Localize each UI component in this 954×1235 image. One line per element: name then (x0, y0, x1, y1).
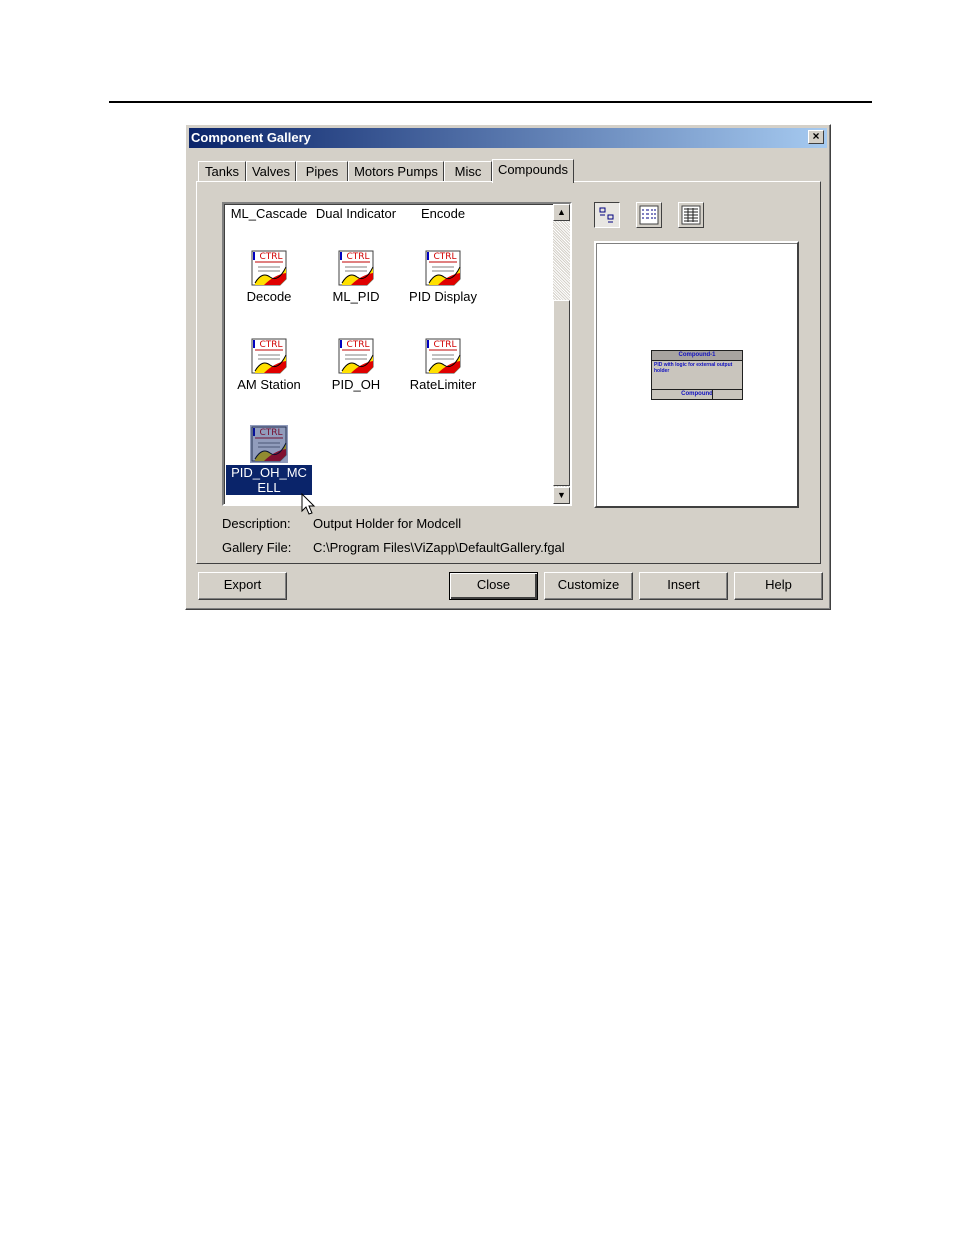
ctrl-icon: CTRL (424, 249, 462, 287)
gallery-item-pid-display[interactable]: CTRL PID Display (398, 249, 488, 304)
svg-text:CTRL: CTRL (346, 340, 369, 350)
svg-text:CTRL: CTRL (259, 340, 282, 350)
ctrl-icon: CTRL (337, 249, 375, 287)
compound-preview-footer-text: Compound (681, 391, 713, 397)
description-value: Output Holder for Modcell (313, 516, 462, 531)
customize-button[interactable]: Customize (544, 572, 633, 600)
close-icon[interactable]: × (808, 130, 824, 144)
component-gallery-dialog: Component Gallery × Tanks Valves Pipes M… (185, 124, 831, 610)
insert-button[interactable]: Insert (639, 572, 728, 600)
gallery-item-label: Dual Indicator (315, 206, 397, 221)
svg-text:CTRL: CTRL (433, 252, 456, 262)
tab-compounds[interactable]: Compounds (492, 159, 574, 183)
gallery-item-encode[interactable]: Encode (398, 204, 488, 221)
gallery-item-label: PID_OH_MCELL (226, 465, 312, 495)
svg-text:CTRL: CTRL (346, 252, 369, 262)
gallery-item-label: Encode (420, 206, 466, 221)
ctrl-icon: CTRL (250, 249, 288, 287)
gallery-file-value: C:\Program Files\ViZapp\DefaultGallery.f… (313, 540, 565, 555)
compound-preview-body: PID with logic for external output holde… (652, 361, 742, 390)
scroll-up-icon[interactable]: ▲ (553, 204, 570, 221)
compound-preview-footer: Compound (652, 389, 742, 399)
ctrl-icon: CTRL (250, 337, 288, 375)
vertical-scrollbar[interactable]: ▲ ▼ (553, 204, 570, 504)
gallery-item-label: ML_Cascade (230, 206, 308, 221)
mouse-pointer-icon (301, 492, 317, 520)
tab-valves[interactable]: Valves (246, 161, 296, 181)
compound-preview: Compound-1 PID with logic for external o… (651, 350, 743, 400)
tab-pipes[interactable]: Pipes (296, 161, 348, 181)
svg-text:CTRL: CTRL (259, 252, 282, 262)
compound-preview-header: Compound-1 (652, 351, 742, 361)
svg-text:CTRL: CTRL (433, 340, 456, 350)
gallery-list[interactable]: ML_Cascade Dual Indicator Encode CTRL De… (222, 202, 572, 506)
title-bar[interactable]: Component Gallery × (189, 128, 827, 148)
gallery-item-decode[interactable]: CTRL Decode (224, 249, 314, 304)
description-label: Description: (222, 516, 291, 531)
window-title: Component Gallery (191, 130, 311, 145)
gallery-item-pid-oh[interactable]: CTRL PID_OH (311, 337, 401, 392)
gallery-item-ratelimiter[interactable]: CTRL RateLimiter (398, 337, 488, 392)
gallery-item-label: PID Display (409, 289, 477, 304)
gallery-item-label: AM Station (237, 377, 301, 392)
ctrl-icon: CTRL (250, 425, 288, 463)
ctrl-icon: CTRL (424, 337, 462, 375)
gallery-item-dual-indicator[interactable]: Dual Indicator (311, 204, 401, 221)
gallery-item-pid-oh-mcell[interactable]: CTRL PID_OH_MCELL (224, 425, 314, 495)
gallery-item-ml-pid[interactable]: CTRL ML_PID (311, 249, 401, 304)
details-view-icon[interactable] (678, 202, 704, 228)
gallery-file-label: Gallery File: (222, 540, 292, 555)
gallery-item-am-station[interactable]: CTRL AM Station (224, 337, 314, 392)
help-button[interactable]: Help (734, 572, 823, 600)
scroll-thumb[interactable] (553, 300, 570, 486)
ctrl-icon: CTRL (337, 337, 375, 375)
gallery-item-label: Decode (246, 289, 292, 304)
preview-pane: Compound-1 PID with logic for external o… (594, 241, 799, 508)
list-view-icon[interactable] (636, 202, 662, 228)
export-button[interactable]: Export (198, 572, 287, 600)
close-button[interactable]: Close (449, 572, 538, 600)
gallery-item-label: RateLimiter (409, 377, 477, 392)
gallery-item-label: ML_PID (332, 289, 380, 304)
gallery-item-label: PID_OH (331, 377, 381, 392)
scroll-down-icon[interactable]: ▼ (553, 487, 570, 504)
tab-tanks[interactable]: Tanks (198, 161, 246, 181)
tab-motors-pumps[interactable]: Motors Pumps (348, 161, 444, 181)
large-icons-view-icon[interactable] (594, 202, 620, 228)
page-header-rule (109, 101, 872, 103)
gallery-item-ml-cascade[interactable]: ML_Cascade (224, 204, 314, 221)
tab-misc[interactable]: Misc (444, 161, 492, 181)
